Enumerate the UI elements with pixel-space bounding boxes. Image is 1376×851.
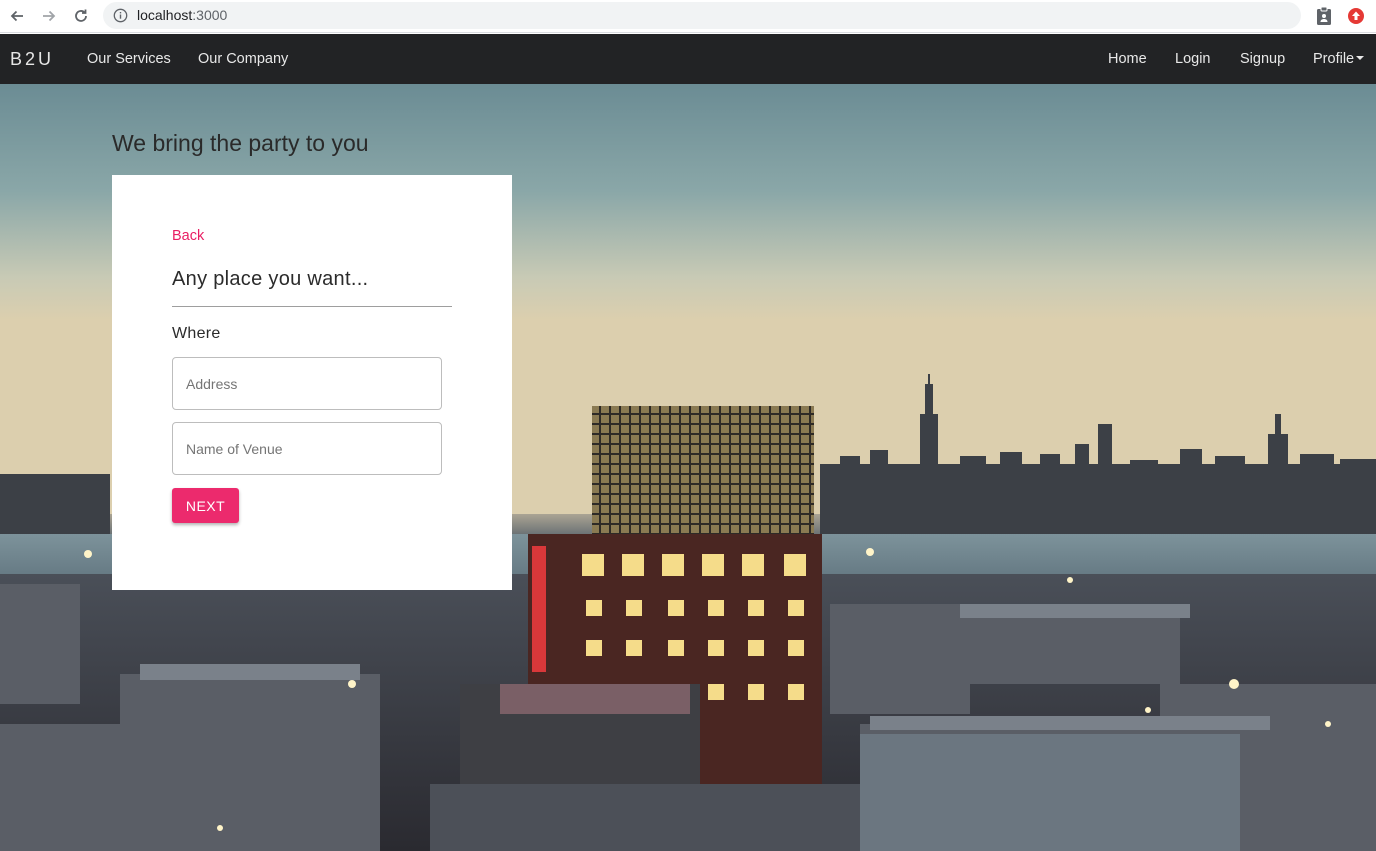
- red-extension-icon[interactable]: [1345, 5, 1367, 27]
- hero-tagline: We bring the party to you: [112, 130, 369, 156]
- address-input[interactable]: [172, 357, 442, 410]
- brand-logo[interactable]: B2U: [10, 49, 54, 70]
- nav-link-home[interactable]: Home: [1108, 51, 1147, 67]
- venue-name-input[interactable]: [172, 422, 442, 475]
- browser-toolbar: localhost:3000: [0, 0, 1376, 33]
- caret-down-icon: [1356, 56, 1365, 61]
- nav-link-signup[interactable]: Signup: [1240, 51, 1285, 67]
- where-label: Where: [172, 325, 221, 342]
- url-text: localhost:3000: [137, 7, 227, 23]
- venue-form-card: Back Any place you want... Where NEXT: [112, 175, 512, 590]
- forward-arrow-icon[interactable]: [37, 4, 61, 28]
- back-arrow-icon[interactable]: [5, 4, 29, 28]
- reload-icon[interactable]: [69, 4, 93, 28]
- info-icon[interactable]: [113, 8, 128, 23]
- title-divider: [172, 306, 452, 307]
- hero-section: We bring the party to you Back Any place…: [0, 84, 1376, 851]
- url-port: :3000: [192, 7, 228, 23]
- back-link[interactable]: Back: [172, 228, 204, 244]
- url-host: localhost: [137, 7, 193, 23]
- profile-label: Profile: [1313, 51, 1355, 67]
- clipboard-extension-icon[interactable]: [1313, 5, 1335, 27]
- nav-link-our-services[interactable]: Our Services: [87, 51, 171, 67]
- form-title: Any place you want...: [172, 268, 369, 290]
- main-navbar: B2U Our Services Our Company Home Login …: [0, 34, 1376, 84]
- address-bar[interactable]: localhost:3000: [103, 2, 1301, 29]
- next-button[interactable]: NEXT: [172, 488, 239, 523]
- nav-link-login[interactable]: Login: [1175, 51, 1210, 67]
- nav-link-our-company[interactable]: Our Company: [198, 51, 288, 67]
- profile-dropdown[interactable]: Profile: [1313, 51, 1365, 67]
